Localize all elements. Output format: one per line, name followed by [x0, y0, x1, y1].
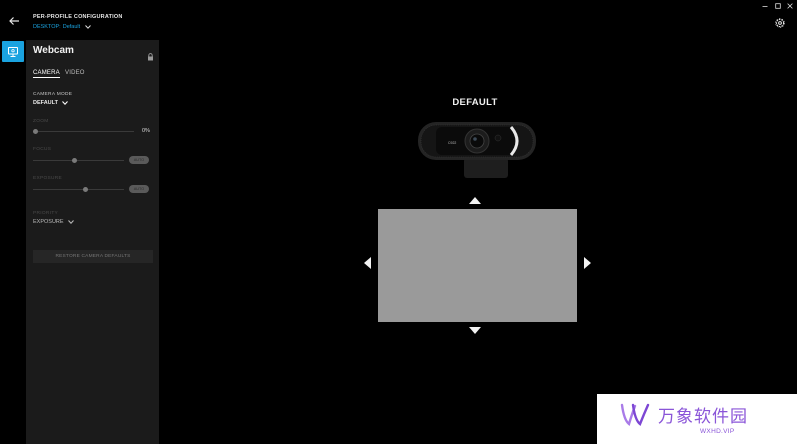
exposure-label: EXPOSURE — [33, 176, 63, 181]
exposure-auto-toggle[interactable]: AUTO — [129, 185, 149, 193]
panel-title: Webcam — [33, 45, 74, 56]
settings-button[interactable] — [774, 16, 786, 28]
rail-item-webcam[interactable] — [2, 41, 24, 62]
close-icon — [787, 3, 793, 9]
webcam-image: C922 — [418, 118, 536, 180]
chevron-down-icon — [85, 25, 92, 29]
zoom-label: ZOOM — [33, 119, 49, 124]
focus-label: FOCUS — [33, 147, 52, 152]
camera-preview-frame — [378, 209, 577, 322]
zoom-value: 0% — [142, 128, 150, 134]
focus-slider[interactable] — [33, 157, 124, 163]
lock-button[interactable] — [147, 48, 154, 61]
pan-down-button[interactable] — [469, 327, 481, 334]
tab-video[interactable]: VIDEO — [65, 70, 85, 76]
watermark-name: 万象软件园 — [658, 407, 748, 427]
profile-name: Default — [62, 24, 81, 30]
back-arrow-icon — [9, 17, 19, 25]
zoom-slider[interactable] — [33, 128, 134, 134]
monitor-icon — [8, 46, 18, 57]
preview-heading: DEFAULT — [452, 97, 498, 108]
priority-dropdown[interactable]: EXPOSURE — [33, 219, 74, 225]
profile-prefix: DESKTOP: — [33, 24, 61, 30]
back-button[interactable] — [6, 14, 22, 30]
lock-icon — [148, 53, 153, 61]
close-button[interactable] — [785, 3, 795, 11]
device-rail — [0, 40, 26, 444]
watermark-url: WXHD.VIP — [700, 428, 735, 435]
pan-left-button[interactable] — [364, 257, 371, 269]
webcam-model-badge: C922 — [448, 141, 456, 145]
restore-camera-defaults-button[interactable]: RESTORE CAMERA DEFAULTS — [33, 250, 153, 263]
camera-mode-dropdown[interactable]: DEFAULT — [33, 100, 68, 106]
focus-track — [33, 160, 124, 161]
priority-value: EXPOSURE — [33, 219, 64, 225]
chevron-down-icon — [67, 220, 74, 224]
camera-mode-label: CAMERA MODE — [33, 92, 73, 97]
camera-mode-value: DEFAULT — [33, 100, 58, 106]
priority-label: PRIORITY — [33, 211, 59, 216]
focus-auto-toggle[interactable]: AUTO — [129, 156, 149, 164]
maximize-button[interactable] — [773, 3, 783, 11]
focus-knob[interactable] — [71, 157, 77, 163]
chevron-down-icon — [62, 101, 68, 105]
maximize-icon — [775, 3, 781, 9]
profile-selector[interactable]: DESKTOP: Default — [33, 24, 92, 30]
gear-icon — [775, 18, 785, 28]
tab-camera[interactable]: CAMERA — [33, 70, 60, 78]
watermark-logo — [620, 402, 652, 428]
zoom-knob[interactable] — [33, 128, 38, 134]
profile-config-label: PER-PROFILE CONFIGURATION — [33, 14, 123, 20]
pan-up-button[interactable] — [469, 197, 481, 204]
zoom-track — [33, 131, 134, 132]
minimize-button[interactable] — [760, 3, 770, 11]
minimize-icon — [762, 6, 768, 7]
exposure-knob[interactable] — [82, 186, 88, 192]
exposure-track — [33, 189, 124, 190]
pan-right-button[interactable] — [584, 257, 591, 269]
exposure-slider[interactable] — [33, 186, 124, 192]
